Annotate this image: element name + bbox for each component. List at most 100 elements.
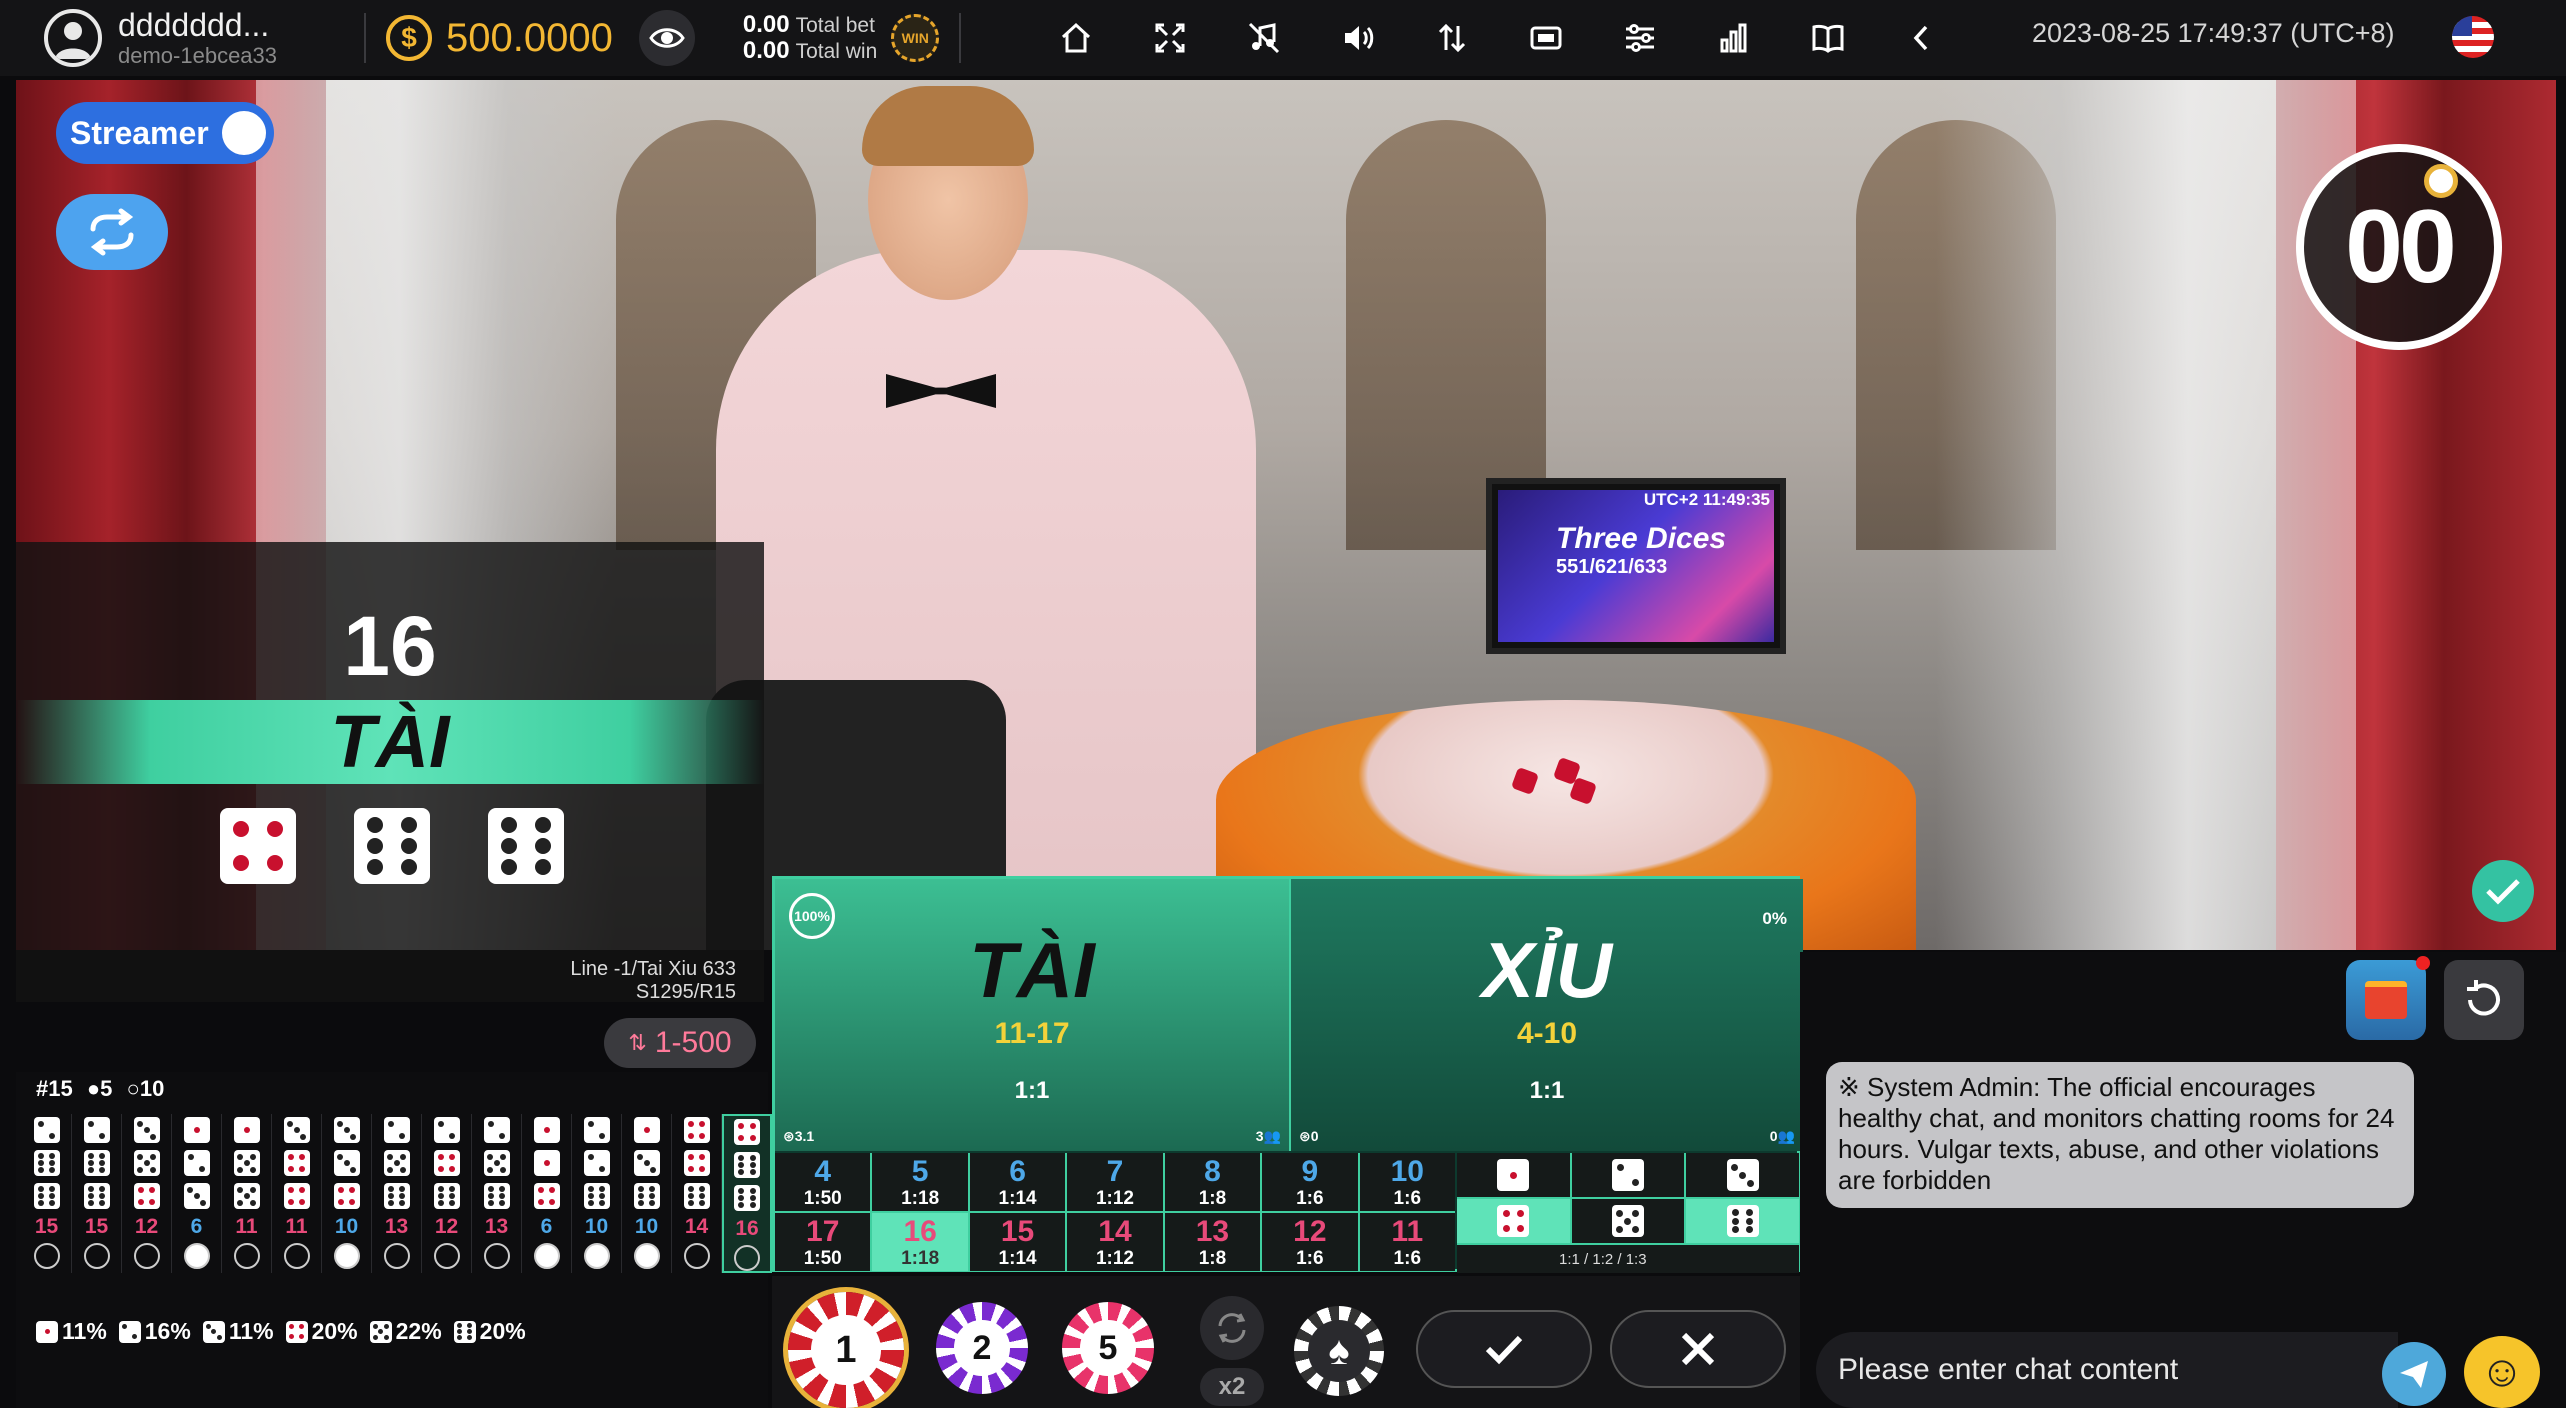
cancel-bet-button[interactable] [1610, 1310, 1786, 1388]
tai-range: 11-17 [994, 1017, 1070, 1050]
video-button[interactable] [1499, 20, 1593, 56]
streamer-toggle[interactable]: Streamer [56, 102, 274, 164]
verified-check-icon[interactable] [2472, 860, 2534, 922]
user-avatar-icon[interactable] [44, 9, 102, 67]
pip [399, 1200, 406, 1207]
roadmap-sum: 6 [190, 1215, 203, 1238]
pip [549, 1187, 556, 1194]
bet-limit[interactable]: ⇅ 1-500 [604, 1018, 756, 1068]
dice-face-4-icon [220, 808, 296, 884]
user-info[interactable]: ddddddd... demo-1ebcea33 [44, 9, 344, 67]
confirm-bet-button[interactable] [1416, 1310, 1592, 1388]
monitor-time: UTC+2 11:49:35 [1643, 490, 1770, 509]
stats-button[interactable] [1687, 20, 1781, 56]
roadmap[interactable]: #15 ●5 ○10 15 15 12 6 11 11 10 13 12 13 6 10 10 14 16 … [16, 1072, 772, 1408]
win-badge-icon[interactable]: WIN [891, 14, 940, 62]
pip [149, 1187, 156, 1194]
dice-bet-4[interactable] [1457, 1199, 1570, 1243]
roadmap-sum: 13 [484, 1215, 509, 1238]
sum-bet-12[interactable]: 12 1:6 [1262, 1213, 1358, 1271]
rules-button[interactable] [1781, 20, 1875, 56]
dice-bet-6[interactable] [1686, 1199, 1799, 1243]
result-outcome: TÀI [330, 700, 450, 783]
sum-bet-15[interactable]: 15 1:14 [969, 1213, 1066, 1271]
send-button[interactable] [2382, 1342, 2446, 1406]
bet-zone-tai[interactable]: 100% TÀI 11-17 1:1 ⊛3.1 3👥 [775, 879, 1289, 1151]
home-button[interactable] [1029, 20, 1123, 56]
pip [343, 1127, 350, 1133]
sum-bet-17[interactable]: 17 1:50 [775, 1213, 871, 1271]
roadmap-marker [533, 1243, 560, 1269]
dice-face-3-icon [183, 1183, 210, 1209]
roadmap-marker [383, 1243, 410, 1269]
sum-bet-5[interactable]: 5 1:18 [872, 1153, 968, 1211]
sort-button[interactable] [1405, 20, 1499, 56]
fullscreen-button[interactable] [1123, 20, 1217, 56]
pip [457, 1322, 463, 1328]
sum-bet-10[interactable]: 10 1:6 [1359, 1153, 1455, 1211]
pip [1516, 1210, 1524, 1218]
sum-bet-9[interactable]: 9 1:6 [1262, 1153, 1358, 1211]
chip-1[interactable]: 1 [788, 1292, 904, 1408]
chat-input[interactable] [1838, 1353, 2338, 1387]
pip [99, 1152, 106, 1159]
balance-display: $ 500.0000 [386, 15, 613, 61]
sum-odds: 1:6 [1296, 1248, 1324, 1269]
collapse-button[interactable] [1875, 20, 1969, 56]
pip [501, 816, 518, 833]
eye-icon[interactable] [638, 10, 695, 66]
pip [1732, 1208, 1740, 1216]
pip [749, 1169, 756, 1176]
chip-2[interactable]: 2 [936, 1302, 1028, 1394]
roadmap-column: 13 [372, 1114, 422, 1273]
pip [387, 1121, 394, 1128]
stat-percent: 16% [144, 1318, 191, 1344]
us-flag-icon[interactable] [2452, 16, 2494, 58]
chip-5[interactable]: 5 [1062, 1302, 1154, 1394]
pip [699, 1165, 706, 1172]
chip-custom-button[interactable]: ♠ [1294, 1306, 1384, 1396]
dice-face-1-icon [183, 1117, 210, 1143]
history-button[interactable] [2444, 960, 2524, 1040]
sum-bet-grid: 4 1:50 5 1:18 6 1:14 7 1:12 8 1:8 9 1:6 10 1:6 17 1:50 1… [775, 1153, 1455, 1271]
pip [637, 1185, 644, 1192]
pip [300, 1133, 306, 1140]
pip [437, 1165, 444, 1172]
sum-bet-16[interactable]: 16 1:18 [872, 1213, 968, 1271]
pip [372, 1323, 378, 1329]
sum-bet-8[interactable]: 8 1:8 [1164, 1153, 1261, 1211]
pip [337, 1198, 344, 1205]
sum-bet-4[interactable]: 4 1:50 [775, 1153, 871, 1211]
dice-bet-5[interactable] [1571, 1199, 1685, 1243]
sum-bet-14[interactable]: 14 1:12 [1067, 1213, 1163, 1271]
dice-bet-2[interactable] [1571, 1153, 1685, 1197]
settings-button[interactable] [1593, 20, 1687, 56]
sum-bet-13[interactable]: 13 1:8 [1164, 1213, 1261, 1271]
gift-button[interactable] [2346, 956, 2430, 1040]
roadmap-summary: #15 ●5 ○10 [36, 1076, 165, 1101]
pip [467, 1322, 472, 1328]
volume-button[interactable] [1311, 20, 1405, 56]
sum-bet-6[interactable]: 6 1:14 [969, 1153, 1066, 1211]
dice-face-3-icon [283, 1117, 310, 1143]
bet-zone-xiu[interactable]: 0% XỈU 4-10 1:1 ⊛0 0👥 [1289, 879, 1803, 1151]
dice-face-1-icon [1497, 1159, 1530, 1191]
rebet-button[interactable] [1200, 1296, 1264, 1360]
pip [149, 1198, 156, 1205]
pip [749, 1162, 756, 1168]
dice-bet-1[interactable] [1457, 1153, 1570, 1197]
pip [738, 1202, 745, 1209]
double-bet-button[interactable]: x2 [1200, 1368, 1264, 1406]
dice-bet-3[interactable] [1686, 1153, 1799, 1197]
pip [457, 1329, 463, 1334]
music-toggle-button[interactable] [1217, 20, 1311, 56]
sum-bet-11[interactable]: 11 1:6 [1359, 1213, 1455, 1271]
dice-face-6-icon [734, 1152, 760, 1178]
pip [250, 1153, 256, 1160]
sum-bet-7[interactable]: 7 1:12 [1067, 1153, 1163, 1211]
gift-icon [2365, 981, 2407, 1019]
emoji-button[interactable]: ☺ [2464, 1336, 2540, 1408]
dice-face-1-icon [533, 1150, 560, 1176]
switch-view-button[interactable] [56, 194, 168, 270]
game-screen: ddddddd... demo-1ebcea33 $ 500.0000 0.00… [0, 0, 2566, 1408]
